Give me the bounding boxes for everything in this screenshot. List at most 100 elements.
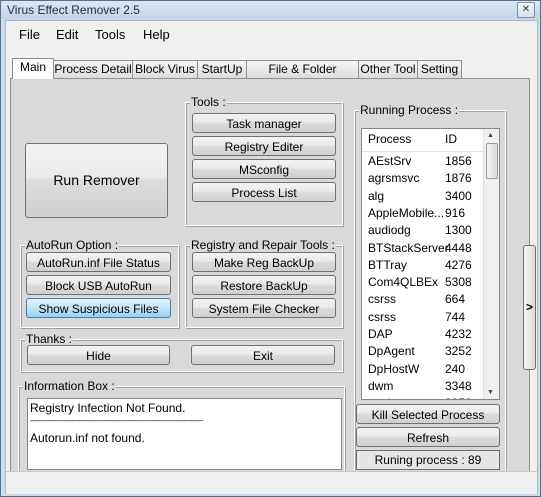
process-row[interactable]: dwm 3348 xyxy=(362,378,484,395)
process-id: 1876 xyxy=(445,171,472,186)
process-id: 744 xyxy=(445,309,466,324)
tab-startup[interactable]: StartUp xyxy=(197,60,247,78)
menu-tools[interactable]: Tools xyxy=(95,27,125,42)
information-box-group: Information Box : Registry Infection Not… xyxy=(18,379,345,472)
tab-block-virus[interactable]: Block Virus xyxy=(132,60,198,78)
tools-group-label: Tools : xyxy=(190,95,227,109)
scroll-up-icon[interactable]: ▲ xyxy=(487,132,494,139)
menu-edit[interactable]: Edit xyxy=(56,27,78,42)
process-id: 3400 xyxy=(445,188,472,203)
app-window: Virus Effect Remover 2.5 ✕ File Edit Too… xyxy=(0,0,541,497)
scroll-down-icon[interactable]: ▼ xyxy=(487,389,494,396)
process-id: 1300 xyxy=(445,223,472,238)
block-usb-autorun-button[interactable]: Block USB AutoRun xyxy=(26,275,171,295)
process-row[interactable]: AppleMobile... 916 xyxy=(362,205,484,222)
hide-button[interactable]: Hide xyxy=(27,345,170,365)
autorun-group-label: AutoRun Option : xyxy=(25,238,120,252)
make-reg-backup-button[interactable]: Make Reg BackUp xyxy=(192,252,336,272)
system-file-checker-button[interactable]: System File Checker xyxy=(192,298,336,318)
process-name: DpAgent xyxy=(368,344,415,359)
info-group-label: Information Box : xyxy=(23,379,116,393)
window-title: Virus Effect Remover 2.5 xyxy=(7,3,140,17)
registry-editer-button[interactable]: Registry Editer xyxy=(192,136,336,156)
process-name: dwm xyxy=(368,378,394,393)
process-row[interactable]: csrss 664 xyxy=(362,291,484,308)
process-row[interactable]: AEstSrv 1856 xyxy=(362,153,484,170)
process-name: egui xyxy=(368,395,391,399)
run-remover-button[interactable]: Run Remover xyxy=(25,143,168,218)
tab-main[interactable]: Main xyxy=(12,58,54,79)
process-row[interactable]: DAP 4232 xyxy=(362,326,484,343)
title-bar: Virus Effect Remover 2.5 ✕ xyxy=(1,1,540,19)
process-name: audiodg xyxy=(368,223,411,238)
menu-help[interactable]: Help xyxy=(143,27,170,42)
process-list[interactable]: Process ID AEstSrv 1856 agrsmsvc 1876 alg 340… xyxy=(361,128,500,400)
msconfig-button[interactable]: MSconfig xyxy=(192,159,336,179)
process-row[interactable]: alg 3400 xyxy=(362,188,484,205)
running-process-group: Running Process : Process ID AEstSrv 1856… xyxy=(354,103,506,475)
tools-group: Tools : Task manager Registry Editer MSc… xyxy=(185,95,343,226)
scroll-thumb[interactable] xyxy=(486,143,498,179)
process-row[interactable]: BTStackServer 4448 xyxy=(362,240,484,257)
process-name: csrss xyxy=(368,309,396,324)
process-row[interactable]: agrsmsvc 1876 xyxy=(362,170,484,187)
process-row[interactable]: csrss 744 xyxy=(362,309,484,326)
task-manager-button[interactable]: Task manager xyxy=(192,113,336,133)
process-id: 4276 xyxy=(445,257,472,272)
process-id: 1856 xyxy=(445,154,472,168)
process-id: 3956 xyxy=(445,395,472,399)
expand-panel-button[interactable]: > xyxy=(523,245,536,370)
process-name: csrss xyxy=(368,292,396,307)
info-separator: ----------------------------------------… xyxy=(30,416,204,425)
process-name: AppleMobile... xyxy=(368,205,445,220)
process-row[interactable]: audiodg 1300 xyxy=(362,222,484,239)
info-line-2: Autorun.inf not found. xyxy=(30,431,145,445)
process-id: 916 xyxy=(445,205,466,220)
process-name: agrsmsvc xyxy=(368,171,420,186)
show-suspicious-files-button[interactable]: Show Suspicious Files xyxy=(26,298,171,318)
process-row[interactable]: BTTray 4276 xyxy=(362,257,484,274)
close-icon[interactable]: ✕ xyxy=(517,2,535,18)
process-row[interactable]: egui 3956 xyxy=(362,395,484,399)
tab-file-folder-options[interactable]: File & Folder Options xyxy=(246,60,359,93)
status-bar xyxy=(6,471,537,494)
kill-selected-process-button[interactable]: Kill Selected Process xyxy=(356,404,500,424)
exit-button[interactable]: Exit xyxy=(191,345,335,365)
tab-other-tool[interactable]: Other Tool xyxy=(358,60,418,78)
autorun-option-group: AutoRun Option : AutoRun.inf File Status… xyxy=(20,238,179,328)
tab-process-detail[interactable]: Process Detail xyxy=(53,60,133,78)
refresh-button[interactable]: Refresh xyxy=(356,427,500,447)
process-name: BTStackServer xyxy=(368,240,449,255)
process-name: alg xyxy=(368,188,385,203)
autorun-file-status-button[interactable]: AutoRun.inf File Status xyxy=(26,252,171,272)
process-id: 3348 xyxy=(445,378,472,393)
process-row[interactable]: DpHostW 240 xyxy=(362,361,484,378)
process-name: DAP xyxy=(368,327,393,341)
process-id: 664 xyxy=(445,292,466,307)
process-id: 3252 xyxy=(445,344,472,359)
process-name: AEstSrv xyxy=(368,154,412,168)
process-list-header: Process ID xyxy=(362,129,484,152)
process-row[interactable]: Com4QLBEx 5308 xyxy=(362,274,484,291)
process-name: Com4QLBEx xyxy=(368,275,439,290)
col-process-header[interactable]: Process xyxy=(368,132,411,146)
menu-file[interactable]: File xyxy=(19,27,40,42)
main-tab-panel: Run Remover Tools : Task manager Registr… xyxy=(10,78,536,480)
process-id: 5308 xyxy=(445,275,472,290)
col-id-header[interactable]: ID xyxy=(445,132,457,146)
registry-repair-group: Registry and Repair Tools : Make Reg Bac… xyxy=(185,238,343,328)
thanks-group: Thanks : Hide Exit xyxy=(20,332,343,372)
process-name: DpHostW xyxy=(368,361,420,376)
running-group-label: Running Process : xyxy=(359,103,460,117)
client-area: File Edit Tools Help Main Process Detail… xyxy=(5,20,538,494)
process-name: BTTray xyxy=(368,257,407,272)
process-list-scrollbar[interactable]: ▲ ▼ xyxy=(483,129,499,399)
restore-backup-button[interactable]: Restore BackUp xyxy=(192,275,336,295)
process-id: 4232 xyxy=(445,327,472,341)
information-text-area[interactable]: Registry Infection Not Found. ----------… xyxy=(27,398,342,470)
tab-setting[interactable]: Setting xyxy=(417,60,462,78)
process-list-button[interactable]: Process List xyxy=(192,182,336,202)
registry-group-label: Registry and Repair Tools : xyxy=(190,238,336,252)
running-process-count: Runing process : 89 xyxy=(356,450,500,470)
process-row[interactable]: DpAgent 3252 xyxy=(362,343,484,360)
